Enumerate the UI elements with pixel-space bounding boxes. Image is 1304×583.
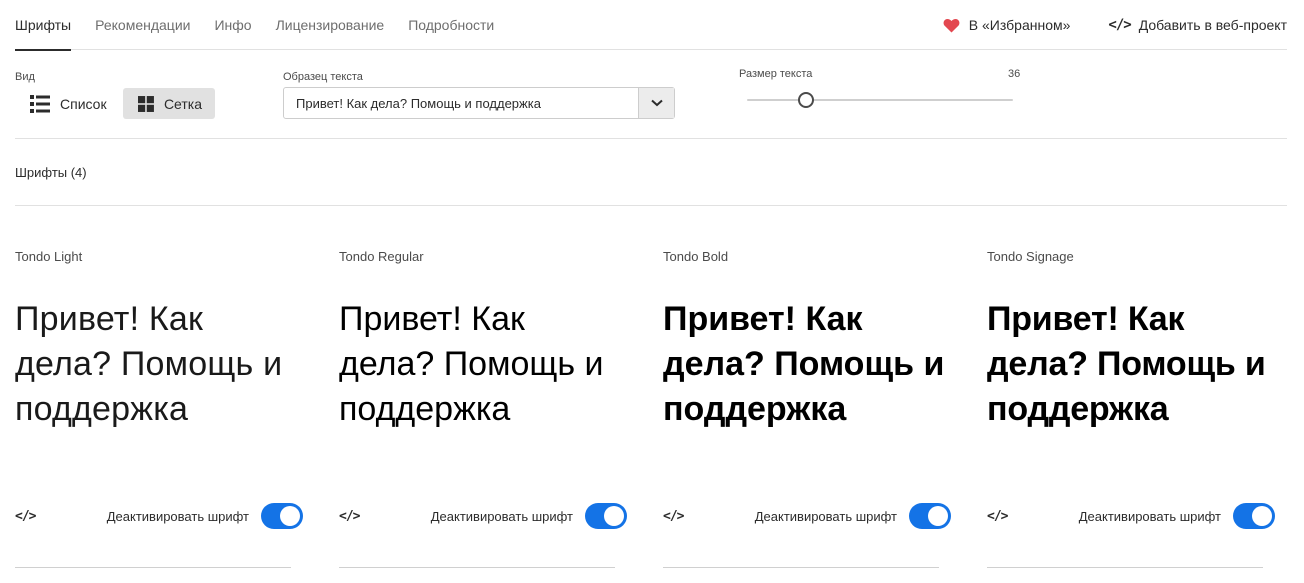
font-name: Tondo Bold bbox=[663, 249, 729, 264]
font-card-footer: </> Деактивировать шрифт bbox=[987, 503, 1275, 531]
favorite-button[interactable]: В «Избранном» bbox=[943, 17, 1071, 33]
sample-text-value: Привет! Как дела? Помощь и поддержка bbox=[296, 96, 541, 111]
tabs: Шрифты Рекомендации Инфо Лицензирование … bbox=[15, 0, 518, 51]
code-icon[interactable]: </> bbox=[987, 509, 1009, 524]
font-card-footer: </> Деактивировать шрифт bbox=[663, 503, 951, 531]
card-divider bbox=[339, 567, 615, 568]
tab-licensing[interactable]: Лицензирование bbox=[276, 0, 385, 50]
font-card-tondo-regular: Tondo Regular Привет! Как дела? Помощь и… bbox=[339, 249, 627, 569]
font-card-tondo-light: Tondo Light Привет! Как дела? Помощь и п… bbox=[15, 249, 303, 569]
font-sample: Привет! Как дела? Помощь и поддержка bbox=[987, 300, 1266, 428]
font-card-tondo-signage: Tondo Signage Привет! Как дела? Помощь и… bbox=[987, 249, 1275, 569]
code-icon[interactable]: </> bbox=[663, 509, 685, 524]
card-divider bbox=[663, 567, 939, 568]
tab-info[interactable]: Инфо bbox=[214, 0, 251, 50]
text-size-slider-track[interactable] bbox=[747, 99, 1013, 101]
code-icon[interactable]: </> bbox=[15, 509, 37, 524]
deactivate-font-toggle[interactable] bbox=[1233, 503, 1275, 529]
list-icon bbox=[30, 94, 50, 113]
font-name: Tondo Light bbox=[15, 249, 83, 264]
deactivate-font-toggle[interactable] bbox=[261, 503, 303, 529]
divider bbox=[15, 138, 1287, 139]
text-size-value: 36 bbox=[1008, 68, 1021, 80]
grid-view-label: Сетка bbox=[163, 95, 202, 112]
code-icon: </> bbox=[1108, 17, 1131, 33]
deactivate-label: Деактивировать шрифт bbox=[754, 509, 897, 524]
tab-bar: Шрифты Рекомендации Инфо Лицензирование … bbox=[15, 0, 1287, 51]
font-card-footer: </> Деактивировать шрифт bbox=[339, 503, 627, 531]
view-label: Вид bbox=[15, 71, 35, 83]
favorite-label: В «Избранном» bbox=[968, 17, 1071, 33]
add-to-web-project-label: Добавить в веб-проект bbox=[1138, 17, 1287, 33]
font-name: Tondo Signage bbox=[987, 249, 1074, 264]
font-sample: Привет! Как дела? Помощь и поддержка bbox=[339, 300, 604, 428]
heart-icon bbox=[943, 18, 960, 32]
add-to-web-project-button[interactable]: </> Добавить в веб-проект bbox=[1108, 17, 1287, 33]
tab-details[interactable]: Подробности bbox=[408, 0, 494, 50]
list-view-label: Список bbox=[60, 95, 107, 112]
grid-icon bbox=[138, 95, 154, 112]
font-sample: Привет! Как дела? Помощь и поддержка bbox=[15, 300, 283, 428]
text-size-label: Размер текста bbox=[739, 68, 813, 80]
font-sample: Привет! Как дела? Помощь и поддержка bbox=[663, 300, 945, 428]
tab-recommendations[interactable]: Рекомендации bbox=[95, 0, 190, 50]
card-divider bbox=[15, 567, 291, 568]
header-actions: В «Избранном» </> Добавить в веб-проект bbox=[943, 17, 1287, 33]
font-card-footer: </> Деактивировать шрифт bbox=[15, 503, 303, 531]
deactivate-label: Деактивировать шрифт bbox=[1078, 509, 1221, 524]
text-size-slider-thumb[interactable] bbox=[798, 92, 814, 108]
tab-fonts[interactable]: Шрифты bbox=[15, 0, 72, 51]
sample-text-label: Образец текста bbox=[283, 71, 363, 83]
code-icon[interactable]: </> bbox=[339, 509, 361, 524]
deactivate-font-toggle[interactable] bbox=[909, 503, 951, 529]
chevron-down-icon bbox=[650, 99, 663, 107]
card-divider bbox=[987, 567, 1263, 568]
font-card-tondo-bold: Tondo Bold Привет! Как дела? Помощь и по… bbox=[663, 249, 951, 569]
sample-text-dropdown-button[interactable] bbox=[638, 88, 674, 118]
deactivate-label: Деактивировать шрифт bbox=[430, 509, 573, 524]
fonts-count: Шрифты (4) bbox=[15, 165, 87, 180]
list-view-button[interactable]: Список bbox=[15, 88, 123, 119]
divider bbox=[15, 205, 1287, 206]
deactivate-font-toggle[interactable] bbox=[585, 503, 627, 529]
sample-text-select[interactable]: Привет! Как дела? Помощь и поддержка bbox=[283, 87, 675, 119]
font-name: Tondo Regular bbox=[339, 249, 424, 264]
deactivate-label: Деактивировать шрифт bbox=[106, 509, 249, 524]
grid-view-button[interactable]: Сетка bbox=[123, 88, 215, 119]
